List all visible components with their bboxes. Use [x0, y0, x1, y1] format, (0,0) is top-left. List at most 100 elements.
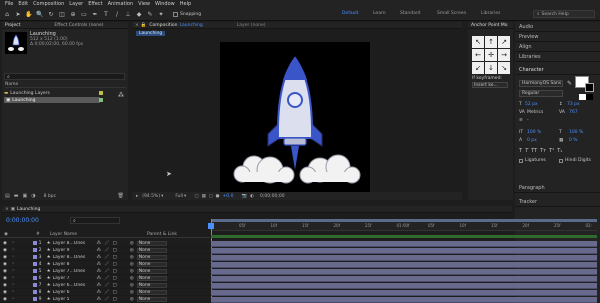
audio-section[interactable]: Audio: [515, 22, 600, 32]
comp-timecode[interactable]: 0;00;00;00: [260, 194, 285, 199]
time-ruler[interactable]: 05f 10f 15f 20f 25f 01:00f 05f 10f 15f 20f 25f 02:: [211, 219, 597, 231]
pickwhip-icon[interactable]: ◎: [130, 290, 134, 295]
visibility-eye-icon[interactable]: ◉: [3, 297, 7, 302]
layer-switches-icon[interactable]: ⁂ ／ ▢: [97, 254, 118, 260]
timeline-search-input[interactable]: ⌕: [70, 217, 120, 224]
parent-dropdown[interactable]: None: [136, 268, 167, 274]
anchor-right-button[interactable]: →: [498, 49, 510, 61]
pickwhip-icon[interactable]: ◎: [130, 248, 134, 253]
layer-name[interactable]: Layer 5: [53, 297, 93, 302]
ligatures-option[interactable]: Ligatures: [519, 158, 546, 163]
table-row[interactable]: ◉ ◦ 3 ★ Layer 8...Ones ⁂ ／ ▢ ◎ None: [0, 254, 210, 261]
faux-italic-button[interactable]: T: [525, 148, 528, 154]
layer-switches-icon[interactable]: ⁂ ／ ▢: [97, 261, 118, 267]
anchor-left-button[interactable]: ←: [472, 49, 484, 61]
label-color-icon[interactable]: [32, 283, 37, 287]
home-icon[interactable]: ⌂: [3, 10, 11, 18]
hindi-digits-option[interactable]: Hindi Digits: [559, 158, 591, 163]
zoom-dropdown[interactable]: (94.5%): [142, 194, 160, 199]
workspace-default[interactable]: Default: [342, 11, 358, 16]
layer-switches-icon[interactable]: ⁂ ／ ▢: [97, 268, 118, 274]
snapping-checkbox[interactable]: [173, 11, 178, 17]
project-item-folder[interactable]: ▬ Launching Layers: [4, 90, 122, 96]
table-row[interactable]: ◉ ◦ 7 ★ Layer 6...Ones ⁂ ／ ▢ ◎ None: [0, 282, 210, 289]
superscript-button[interactable]: T¹: [549, 148, 554, 154]
solo-icon[interactable]: ◦: [12, 290, 15, 295]
menu-effect[interactable]: Effect: [88, 1, 102, 7]
layer-name[interactable]: Layer 6...Ones: [53, 283, 93, 288]
label-color-icon[interactable]: [32, 290, 37, 294]
layer-duration-bar[interactable]: [211, 269, 597, 275]
channel-icon[interactable]: ●: [216, 194, 220, 199]
search-help-field[interactable]: ⌕ Search Help: [533, 10, 595, 18]
layer-name[interactable]: Layer 7: [53, 276, 93, 281]
layer-name[interactable]: Layer 9: [53, 248, 93, 253]
tab-project[interactable]: Project: [5, 23, 20, 28]
layer-duration-bar[interactable]: [211, 241, 597, 247]
label-color-icon[interactable]: [32, 269, 37, 273]
workspace-small-screen[interactable]: Small Screen: [437, 11, 466, 16]
selection-tool-icon[interactable]: ➤: [14, 10, 22, 18]
table-row[interactable]: ◉ ◦ 8 ★ Layer 6 ⁂ ／ ▢ ◎ None: [0, 289, 210, 296]
anchor-bottom-left-button[interactable]: ↙: [472, 62, 484, 74]
pickwhip-icon[interactable]: ◎: [130, 255, 134, 260]
solo-icon[interactable]: ◦: [12, 248, 15, 253]
ligatures-checkbox[interactable]: [519, 158, 523, 163]
subscript-button[interactable]: T₁: [557, 148, 562, 154]
stroke-width-value[interactable]: -: [527, 118, 529, 123]
hand-tool-icon[interactable]: ✋: [25, 10, 33, 18]
brush-tool-icon[interactable]: /: [113, 10, 121, 18]
character-section[interactable]: Character: [515, 65, 600, 75]
workspace-standard[interactable]: Standard: [400, 11, 420, 16]
anchor-bottom-right-button[interactable]: ↘: [498, 62, 510, 74]
anchor-top-left-button[interactable]: ↖: [472, 36, 484, 48]
clone-tool-icon[interactable]: ⊥: [124, 10, 132, 18]
visibility-eye-icon[interactable]: ◉: [3, 262, 7, 267]
tracker-section[interactable]: Tracker: [515, 197, 600, 207]
tracking-value[interactable]: 767: [569, 110, 578, 115]
preview-section[interactable]: Preview: [515, 32, 600, 42]
layer-switches-icon[interactable]: ⁂ ／ ▢: [97, 296, 118, 302]
shape-tool-icon[interactable]: ▭: [80, 10, 88, 18]
comp-viewer[interactable]: [220, 42, 370, 192]
tab-composition[interactable]: Composition: [149, 23, 177, 28]
interpret-footage-icon[interactable]: ▤: [5, 193, 10, 199]
parent-dropdown[interactable]: None: [136, 289, 167, 295]
menu-help[interactable]: Help: [180, 1, 191, 7]
label-color-icon[interactable]: [32, 248, 37, 252]
close-icon[interactable]: ×: [135, 23, 139, 28]
pickwhip-icon[interactable]: ◎: [130, 283, 134, 288]
col-layer-name[interactable]: Layer Name: [50, 232, 77, 237]
layer-name[interactable]: Layer 8: [53, 262, 93, 267]
close-icon[interactable]: ×: [5, 207, 9, 212]
work-area-bar[interactable]: [211, 219, 597, 222]
menu-animation[interactable]: Animation: [108, 1, 134, 7]
color-settings-icon[interactable]: ◑: [31, 193, 35, 199]
new-folder-icon[interactable]: ▬: [14, 193, 19, 199]
workspace-libraries[interactable]: Libraries: [481, 11, 500, 16]
table-row[interactable]: ◉ ◦ 1 ★ Layer 8...Ones ⁂ ／ ▢ ◎ None: [0, 240, 210, 247]
pan-behind-icon[interactable]: ⊕: [69, 10, 77, 18]
playhead-handle[interactable]: [208, 223, 214, 229]
tab-effect-controls[interactable]: Effect Controls (none): [54, 23, 103, 28]
insert-keyframe-dropdown[interactable]: Insert ke...: [472, 82, 508, 88]
pickwhip-icon[interactable]: ◎: [130, 276, 134, 281]
layer-switches-icon[interactable]: ⁂ ／ ▢: [97, 275, 118, 281]
layer-duration-bar[interactable]: [211, 255, 597, 261]
solo-icon[interactable]: ◦: [12, 255, 15, 260]
layer-switches-icon[interactable]: ⁂ ／ ▢: [97, 282, 118, 288]
table-row[interactable]: ◉ ◦ 2 ★ Layer 9 ⁂ ／ ▢ ◎ None: [0, 247, 210, 254]
libraries-section[interactable]: Libraries: [515, 52, 600, 62]
always-preview-icon[interactable]: ▸: [136, 194, 138, 199]
label-color-icon[interactable]: [32, 262, 37, 266]
kerning-value[interactable]: Metrics: [527, 110, 543, 115]
parent-dropdown[interactable]: None: [136, 282, 167, 288]
horizontal-scale-value[interactable]: 100 %: [569, 130, 583, 135]
project-col-name[interactable]: Name: [5, 82, 126, 88]
zoom-tool-icon[interactable]: 🔍: [36, 10, 44, 18]
quality-dropdown[interactable]: Full: [175, 194, 183, 199]
eyedropper-icon[interactable]: ✎: [567, 80, 572, 87]
font-family-dropdown[interactable]: HarmonyOS Sans: [519, 80, 563, 87]
project-item-comp[interactable]: ▣ Launching: [4, 97, 100, 103]
visibility-eye-icon[interactable]: ◉: [3, 269, 7, 274]
